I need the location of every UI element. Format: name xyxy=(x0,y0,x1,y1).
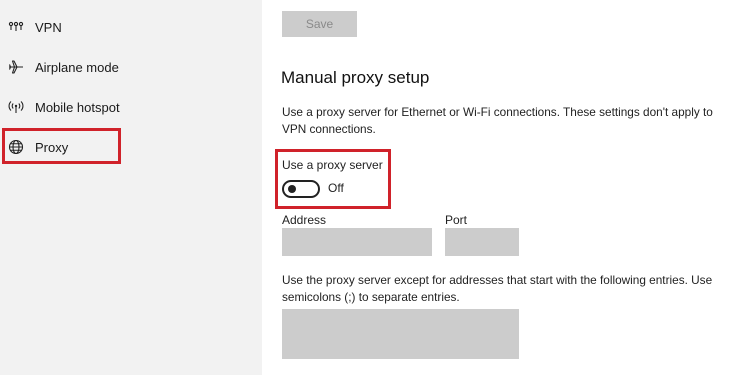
sidebar: VPN Airplane mode Mobile hotspot Proxy xyxy=(0,0,262,375)
proxy-settings-window: VPN Airplane mode Mobile hotspot Proxy S… xyxy=(0,0,750,375)
sidebar-item-label: Mobile hotspot xyxy=(35,99,120,115)
hotspot-icon xyxy=(7,98,25,116)
address-input[interactable] xyxy=(282,228,432,256)
proxy-highlight-box xyxy=(2,128,121,164)
sidebar-item-mobile-hotspot[interactable]: Mobile hotspot xyxy=(0,88,262,126)
airplane-icon xyxy=(7,58,25,76)
proxy-description: Use a proxy server for Ethernet or Wi-Fi… xyxy=(282,105,713,136)
sidebar-item-label: Airplane mode xyxy=(35,59,119,75)
sidebar-item-airplane-mode[interactable]: Airplane mode xyxy=(0,48,262,86)
sidebar-item-vpn[interactable]: VPN xyxy=(0,8,262,46)
main-panel: Save Manual proxy setup Use a proxy serv… xyxy=(262,0,750,375)
exceptions-description: Use the proxy server except for addresse… xyxy=(282,273,713,304)
sidebar-item-label: VPN xyxy=(35,19,62,35)
exceptions-input[interactable] xyxy=(282,309,519,359)
address-label: Address xyxy=(282,213,327,227)
use-proxy-highlight-box xyxy=(275,149,391,209)
vpn-icon xyxy=(7,18,25,36)
port-label: Port xyxy=(445,213,468,227)
port-input[interactable] xyxy=(445,228,519,256)
section-title: Manual proxy setup xyxy=(281,68,430,87)
save-button[interactable]: Save xyxy=(282,11,357,37)
